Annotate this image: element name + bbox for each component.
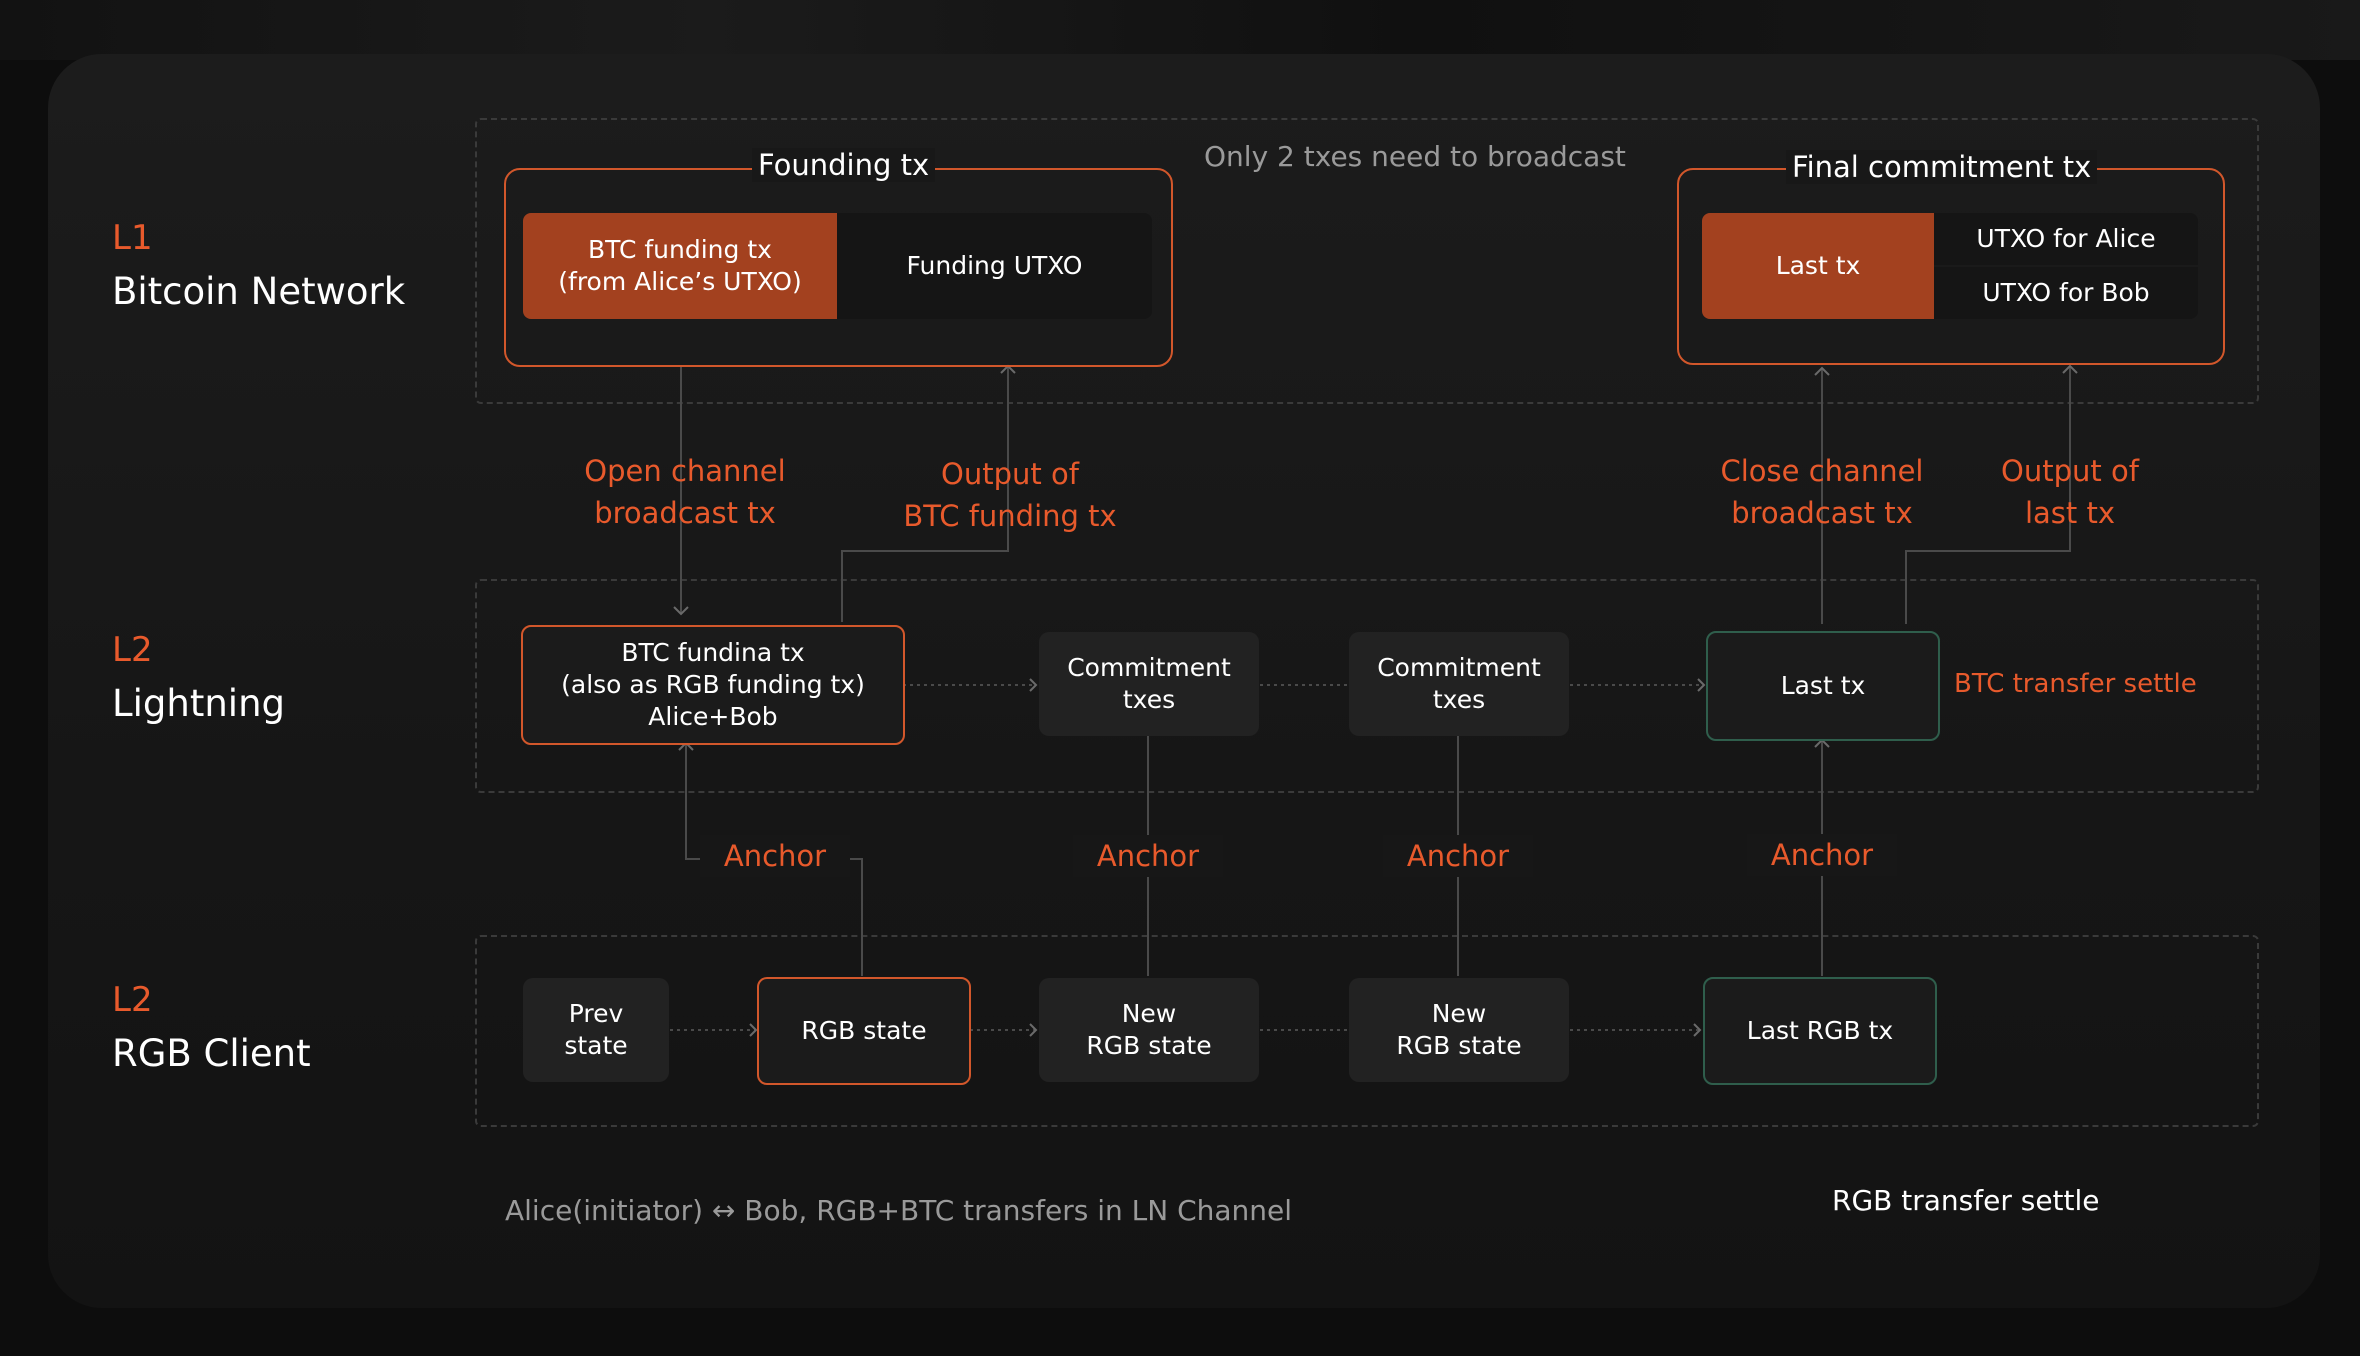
channel-caption: Alice(initiator) ↔ Bob, RGB+BTC transfer… [505, 1194, 1293, 1227]
anchor-label-3: Anchor [1383, 835, 1533, 877]
anchor-label-1: Anchor [700, 835, 850, 877]
open-channel-label: Open channel broadcast tx [584, 454, 786, 530]
rgb-prev-state-box: Prev state [523, 978, 669, 1082]
lightning-commitment-box-2: Commitment txes [1349, 632, 1569, 736]
founding-tx-title: Founding tx [752, 148, 936, 182]
final-last-tx-box: Last tx [1702, 213, 1934, 319]
rgb-last-tx-box: Last RGB tx [1703, 977, 1937, 1085]
final-commitment-title: Final commitment tx [1786, 150, 2098, 184]
anchor-label-4: Anchor [1747, 834, 1897, 876]
funding-utxo-box: Funding UTXO [837, 213, 1152, 319]
broadcast-note: Only 2 txes need to broadcast [1204, 140, 1626, 173]
lightning-commitment-box-1: Commitment txes [1039, 632, 1259, 736]
arrowhead-dotted-r1 [749, 1023, 758, 1037]
rgb-transfer-settle-label: RGB transfer settle [1832, 1184, 2100, 1217]
anchor-label-2: Anchor [1073, 835, 1223, 877]
btc-funding-tx-box: BTC funding tx (from Alice’s UTXO) [523, 213, 837, 319]
output-btc-funding-label: Output of BTC funding tx [903, 457, 1117, 533]
rgb-new-state-box-1: New RGB state [1039, 978, 1259, 1082]
utxo-alice-box: UTXO for Alice [1934, 213, 2198, 265]
rgb-new-state-box-2: New RGB state [1349, 978, 1569, 1082]
utxo-bob-box: UTXO for Bob [1934, 267, 2198, 319]
btc-transfer-settle-label: BTC transfer settle [1954, 669, 2197, 699]
close-channel-label: Close channel broadcast tx [1720, 454, 1924, 530]
rgb-state-box: RGB state [757, 977, 971, 1085]
lightning-btc-funding-box: BTC fundina tx (also as RGB funding tx) … [521, 625, 905, 745]
output-last-tx-label: Output of last tx [2001, 454, 2139, 530]
lightning-last-tx-box: Last tx [1706, 631, 1940, 741]
